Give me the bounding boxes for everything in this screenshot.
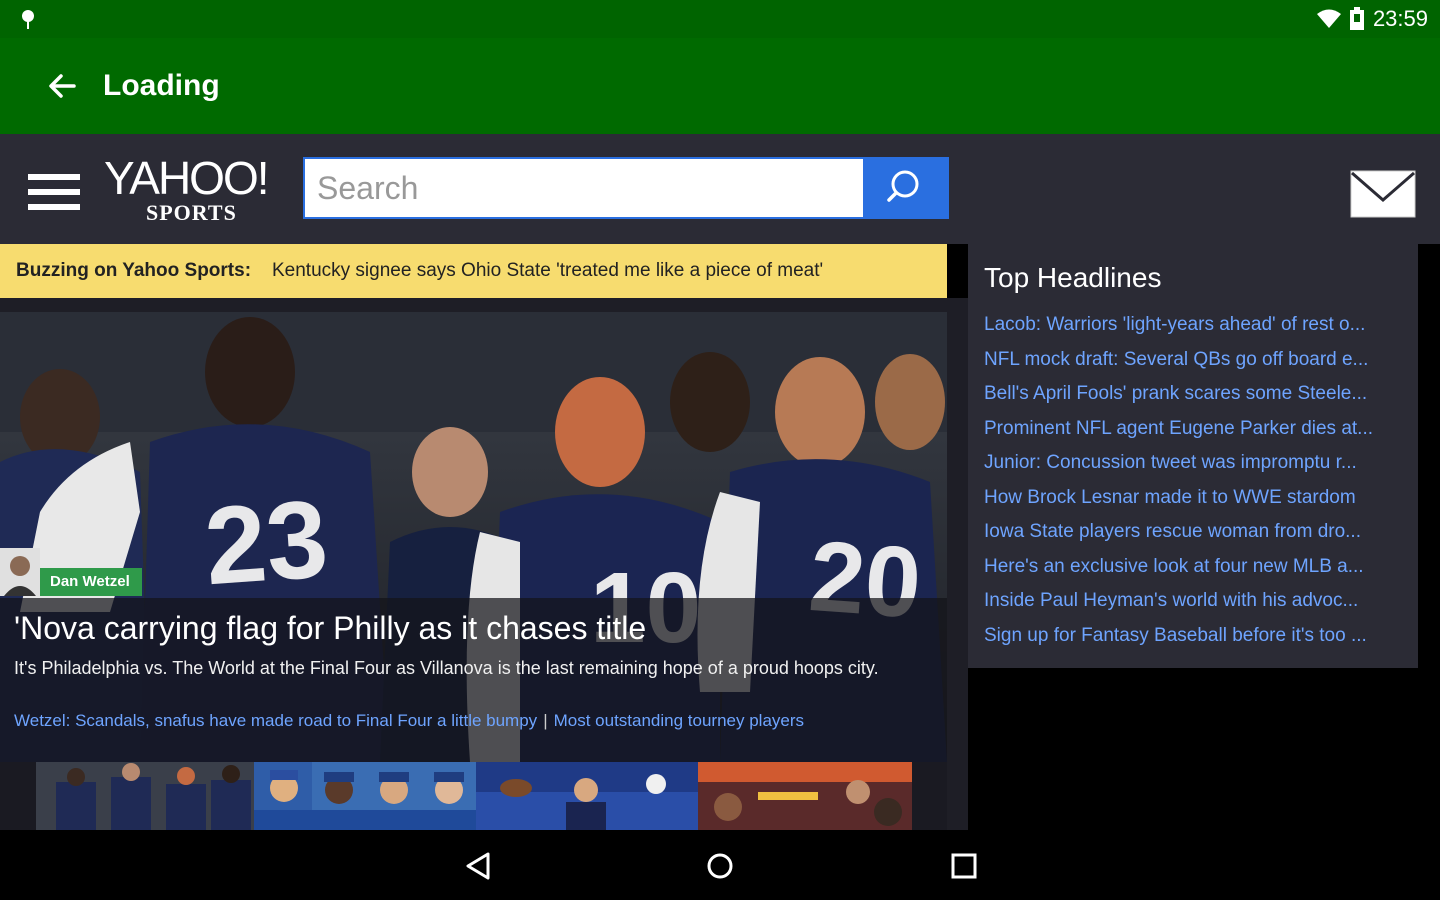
thumbnail[interactable] <box>698 762 912 830</box>
app-title: Loading <box>103 69 220 102</box>
thumbnail[interactable] <box>36 762 254 830</box>
top-headlines-title: Top Headlines <box>984 262 1162 293</box>
system-nav-bar <box>0 830 1440 900</box>
headline-item[interactable]: Bell's April Fools' prank scares some St… <box>984 377 1409 412</box>
nav-back-icon[interactable] <box>460 848 496 884</box>
location-pin-icon <box>22 10 34 29</box>
hero-description: It's Philadelphia vs. The World at the F… <box>14 658 879 678</box>
status-time: 23:59 <box>1372 6 1428 31</box>
author-avatar <box>0 548 40 596</box>
headline-item[interactable]: Sign up for Fantasy Baseball before it's… <box>984 619 1409 654</box>
headline-list: Lacob: Warriors 'light-years ahead' of r… <box>984 308 1409 653</box>
author-name: Dan Wetzel <box>40 568 142 596</box>
logo-sub-text: SPORTS <box>146 200 237 225</box>
top-headlines-panel: Top Headlines Lacob: Warriors 'light-yea… <box>968 244 1418 668</box>
search-icon <box>887 170 919 202</box>
arrow-back-icon[interactable] <box>44 68 80 104</box>
thumbnail[interactable] <box>254 762 476 830</box>
search-button[interactable] <box>865 157 949 219</box>
battery-icon <box>1349 7 1364 30</box>
app-bar: Loading <box>0 38 1440 134</box>
buzz-headline-link[interactable]: Kentucky signee says Ohio State 'treated… <box>272 244 823 298</box>
thumbnail-strip <box>0 762 947 830</box>
logo-main-text: YAHOO! <box>104 152 270 204</box>
nav-recents-icon[interactable] <box>946 848 982 884</box>
wifi-icon <box>1316 9 1341 28</box>
nav-home-icon[interactable] <box>702 848 738 884</box>
search-input[interactable]: Search <box>303 157 865 219</box>
headline-item[interactable]: Inside Paul Heyman's world with his advo… <box>984 584 1409 619</box>
hero-title[interactable]: 'Nova carrying flag for Philly as it cha… <box>14 610 646 647</box>
related-link[interactable]: Most outstanding tourney players <box>554 711 804 730</box>
thumbnail[interactable] <box>476 762 698 830</box>
menu-icon[interactable] <box>28 174 80 214</box>
related-link[interactable]: Wetzel: Scandals, snafus have made road … <box>14 711 537 730</box>
headline-item[interactable]: Junior: Concussion tweet was impromptu r… <box>984 446 1409 481</box>
link-separator: | <box>543 711 548 730</box>
author-badge[interactable]: Dan Wetzel <box>0 548 142 596</box>
yahoo-sports-logo[interactable]: YAHOO! SPORTS <box>104 154 282 226</box>
svg-text:23: 23 <box>201 477 332 608</box>
headline-item[interactable]: Iowa State players rescue woman from dro… <box>984 515 1409 550</box>
status-bar: 23:59 <box>0 0 1440 38</box>
headline-item[interactable]: How Brock Lesnar made it to WWE stardom <box>984 481 1409 516</box>
headline-item[interactable]: Prominent NFL agent Eugene Parker dies a… <box>984 412 1409 447</box>
headline-item[interactable]: Here's an exclusive look at four new MLB… <box>984 550 1409 585</box>
mail-icon[interactable] <box>1350 170 1416 218</box>
buzz-label: Buzzing on Yahoo Sports: <box>16 260 252 281</box>
site-header: YAHOO! SPORTS Search <box>0 134 1440 244</box>
buzz-bar: Buzzing on Yahoo Sports: Kentucky signee… <box>0 244 947 298</box>
headline-item[interactable]: Lacob: Warriors 'light-years ahead' of r… <box>984 308 1409 343</box>
hero-related-links: Wetzel: Scandals, snafus have made road … <box>14 711 804 731</box>
headline-item[interactable]: NFL mock draft: Several QBs go off board… <box>984 343 1409 378</box>
